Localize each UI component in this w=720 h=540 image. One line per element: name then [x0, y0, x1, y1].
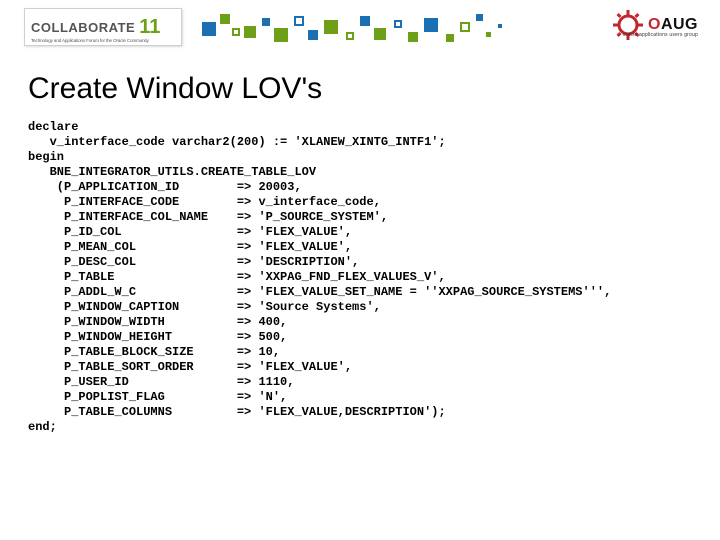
square-icon: [360, 16, 370, 26]
square-icon: [202, 22, 216, 36]
header: COLLABORATE 11 Technology and Applicatio…: [0, 0, 720, 58]
square-icon: [408, 32, 418, 42]
square-icon: [476, 14, 483, 21]
logo-tagline: Technology and Applications Forum for th…: [31, 38, 149, 43]
square-icon: [486, 32, 491, 37]
decorative-squares: [202, 10, 542, 54]
square-icon: [232, 28, 240, 36]
square-icon: [244, 26, 256, 38]
square-icon: [274, 28, 288, 42]
square-icon: [446, 34, 454, 42]
logo-suffix: 11: [139, 17, 160, 37]
square-icon: [498, 24, 502, 28]
square-icon: [324, 20, 338, 34]
slide: COLLABORATE 11 Technology and Applicatio…: [0, 0, 720, 540]
square-icon: [394, 20, 402, 28]
square-icon: [346, 32, 354, 40]
square-icon: [424, 18, 438, 32]
code-block: declare v_interface_code varchar2(200) :…: [28, 120, 611, 435]
square-icon: [308, 30, 318, 40]
oaug-subtitle: oracle applications users group: [623, 32, 698, 38]
square-icon: [374, 28, 386, 40]
square-icon: [220, 14, 230, 24]
square-icon: [294, 16, 304, 26]
square-icon: [262, 18, 270, 26]
collaborate-logo: COLLABORATE 11 Technology and Applicatio…: [24, 8, 182, 46]
square-icon: [460, 22, 470, 32]
page-title: Create Window LOV's: [28, 72, 322, 106]
logo-main: COLLABORATE: [31, 20, 135, 35]
